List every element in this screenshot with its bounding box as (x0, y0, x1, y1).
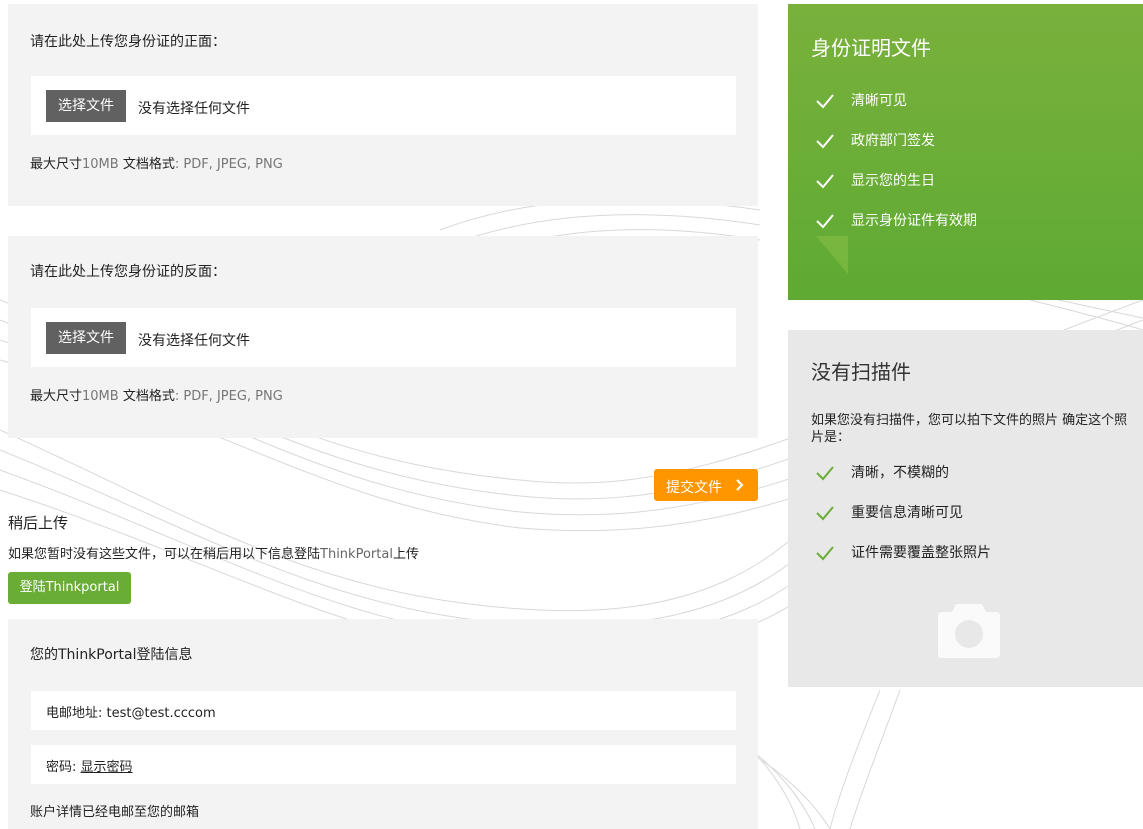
check-icon (816, 174, 834, 189)
hint-prefix: 最大尺寸 (30, 157, 83, 172)
upload-later-description: 如果您暂时没有这些文件，可以在稍后用以下信息登陆ThinkPortal上传 (8, 543, 419, 562)
password-row: 密码: 显示密码 (31, 745, 736, 784)
later-desc-suffix: 上传 (392, 547, 419, 562)
account-details-note: 账户详情已经电邮至您的邮箱 (30, 805, 200, 820)
chevron-right-icon (736, 479, 744, 491)
upload-back-panel: 请在此处上传您身份证的反面： 选择文件 没有选择任何文件 最大尺寸10MB 文档… (8, 236, 758, 438)
id-requirements-card: 身份证明文件 清晰可见 政府部门签发 显示您的生日 显示身份证件有效期 (788, 4, 1143, 300)
upload-front-title: 请在此处上传您身份证的正面： (30, 34, 226, 50)
email-text: 电邮地址: test@test.cccom (46, 702, 216, 721)
hint-mid: 文档格式 (118, 157, 175, 172)
photo-requirement-label: 证件需要覆盖整张照片 (851, 545, 991, 561)
no-scanner-card: 没有扫描件 如果您没有扫描件，您可以拍下文件的照片 确定这个照片是： 清晰，不模… (788, 330, 1143, 687)
photo-requirement-label: 重要信息清晰可见 (851, 505, 963, 521)
hint-prefix: 最大尺寸 (30, 389, 83, 404)
camera-icon (938, 604, 1000, 658)
upload-front-choose-file-button[interactable]: 选择文件 (46, 90, 126, 122)
id-requirements-title: 身份证明文件 (811, 36, 931, 60)
upload-back-file-row: 选择文件 没有选择任何文件 (31, 308, 736, 367)
upload-front-panel: 请在此处上传您身份证的正面： 选择文件 没有选择任何文件 最大尺寸10MB 文档… (8, 4, 758, 206)
submit-label: 提交文件 (666, 480, 722, 496)
check-icon (816, 134, 834, 149)
upload-back-title: 请在此处上传您身份证的反面： (30, 264, 226, 280)
later-desc-brand: ThinkPortal (320, 547, 393, 562)
id-requirement-label: 显示您的生日 (851, 173, 935, 189)
id-requirement-label: 显示身份证件有效期 (851, 213, 977, 229)
later-desc-prefix: 如果您暂时没有这些文件，可以在稍后用以下信息登陆 (8, 547, 321, 562)
email-value: : test@test.cccom (98, 706, 216, 721)
id-requirement-label: 清晰可见 (851, 93, 907, 109)
password-label: 密码 (46, 760, 73, 775)
login-info-title: 您的ThinkPortal登陆信息 (30, 647, 193, 663)
check-icon (816, 546, 834, 561)
hint-size: 10MB (82, 157, 119, 172)
hint-size: 10MB (82, 389, 119, 404)
no-scanner-description: 如果您没有扫描件，您可以拍下文件的照片 确定这个照片是： (811, 413, 1128, 445)
upload-later-title: 稍后上传 (8, 514, 69, 532)
upload-back-choose-file-button[interactable]: 选择文件 (46, 322, 126, 354)
check-icon (816, 506, 834, 521)
email-row: 电邮地址: test@test.cccom (31, 691, 736, 730)
check-icon (816, 466, 834, 481)
check-icon (816, 214, 834, 229)
submit-documents-button[interactable]: 提交文件 (654, 469, 758, 501)
hint-formats: : PDF, JPEG, PNG (174, 157, 283, 172)
hint-mid: 文档格式 (118, 389, 175, 404)
show-password-link[interactable]: 显示密码 (81, 760, 133, 775)
password-text: 密码: 显示密码 (46, 756, 133, 775)
hint-formats: : PDF, JPEG, PNG (174, 389, 283, 404)
upload-front-file-row: 选择文件 没有选择任何文件 (31, 76, 736, 135)
no-scanner-title: 没有扫描件 (811, 360, 911, 384)
upload-front-file-status: 没有选择任何文件 (138, 101, 250, 117)
upload-back-hint: 最大尺寸10MB 文档格式: PDF, JPEG, PNG (30, 385, 283, 404)
photo-requirement-label: 清晰，不模糊的 (851, 465, 949, 481)
login-thinkportal-button[interactable]: 登陆Thinkportal (8, 572, 131, 604)
check-icon (816, 94, 834, 109)
email-label: 电邮地址 (46, 706, 99, 721)
upload-back-file-status: 没有选择任何文件 (138, 333, 250, 349)
id-requirement-label: 政府部门签发 (851, 133, 935, 149)
password-sep: : (72, 760, 81, 775)
upload-front-hint: 最大尺寸10MB 文档格式: PDF, JPEG, PNG (30, 153, 283, 172)
